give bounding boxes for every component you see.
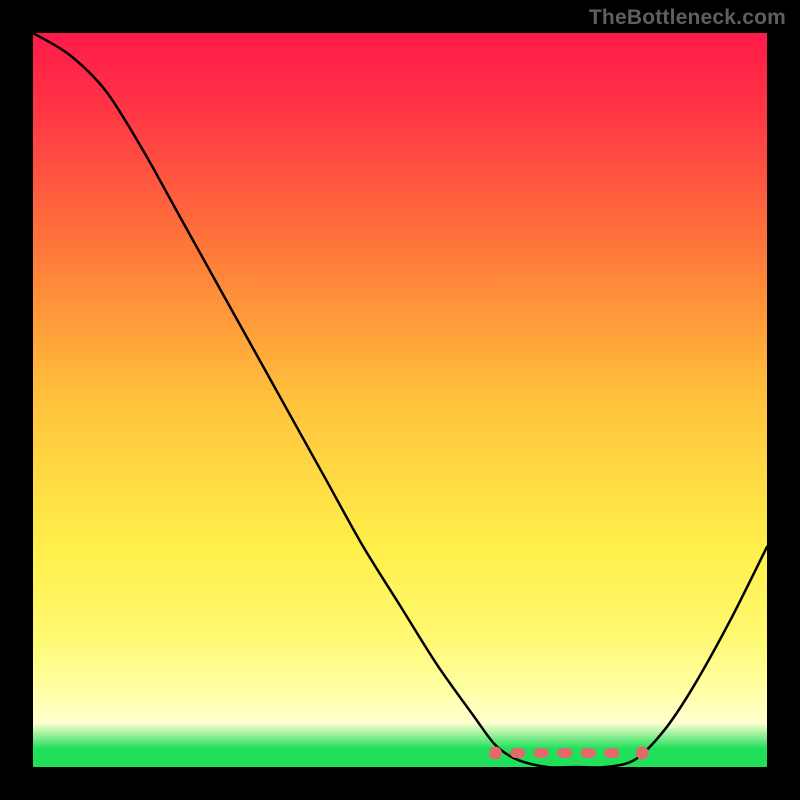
attribution-text: TheBottleneck.com	[589, 6, 786, 30]
chart-stage: TheBottleneck.com	[0, 0, 800, 800]
chart-svg	[33, 33, 767, 767]
bottom-green-band	[33, 749, 767, 767]
gradient-background	[33, 33, 767, 767]
bottleneck-chart	[33, 33, 767, 767]
